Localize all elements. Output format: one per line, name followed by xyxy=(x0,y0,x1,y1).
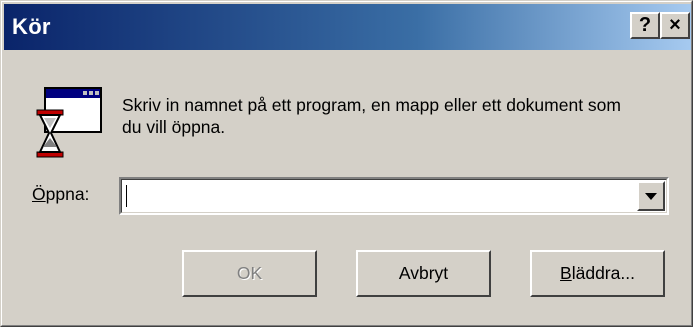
dropdown-button[interactable] xyxy=(637,181,665,211)
run-dialog: Kör ? × Skriv in namnet på ett program, … xyxy=(0,0,693,327)
open-input[interactable] xyxy=(125,182,629,210)
open-label: Öppna: xyxy=(32,184,89,205)
help-icon: ? xyxy=(638,14,652,36)
open-label-mnemonic: Ö xyxy=(32,184,46,204)
window-title: Kör xyxy=(12,14,51,39)
browse-mnemonic: B xyxy=(560,263,572,283)
open-label-text: ppna: xyxy=(45,184,90,204)
title-bar[interactable]: Kör ? × xyxy=(4,4,691,50)
text-caret xyxy=(126,185,127,207)
cancel-button[interactable]: Avbryt xyxy=(356,250,491,297)
instruction-text: Skriv in namnet på ett program, en mapp … xyxy=(122,95,621,137)
help-button[interactable]: ? xyxy=(630,12,660,39)
close-icon: × xyxy=(669,14,681,36)
close-button[interactable]: × xyxy=(660,12,690,39)
browse-button-label: Bläddra... xyxy=(560,263,635,284)
browse-label-text: läddra... xyxy=(571,263,635,283)
browse-button[interactable]: Bläddra... xyxy=(530,250,665,297)
ok-button-label: OK xyxy=(236,263,263,283)
ok-button[interactable]: OK xyxy=(182,250,317,297)
open-combobox[interactable] xyxy=(119,177,669,215)
chevron-down-icon xyxy=(645,192,657,200)
cancel-button-label: Avbryt xyxy=(398,263,449,283)
run-program-icon xyxy=(36,87,102,158)
